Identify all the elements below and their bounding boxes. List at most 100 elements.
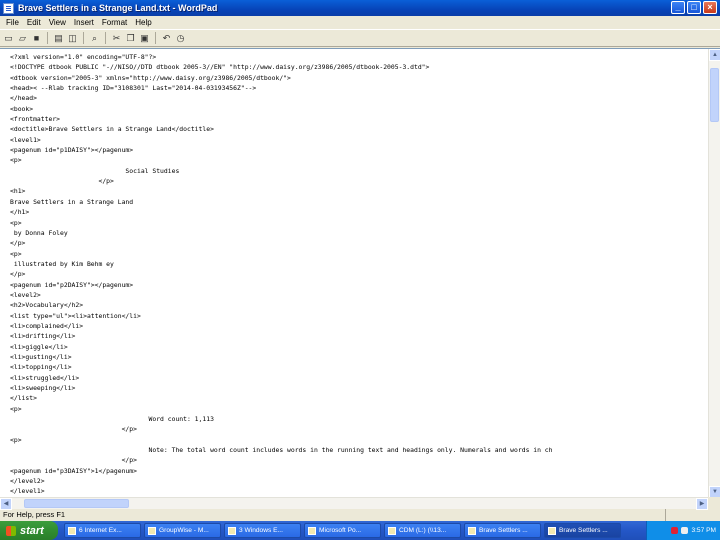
task-app-icon (388, 526, 396, 535)
horizontal-scroll-thumb[interactable] (23, 499, 129, 508)
clock[interactable]: 3:57 PM (691, 527, 716, 534)
task-app-icon (548, 526, 556, 535)
taskbar-button[interactable]: Microsoft Po... (304, 523, 381, 538)
menu-insert[interactable]: Insert (70, 18, 98, 27)
document-line: <p> (10, 156, 22, 165)
menu-view[interactable]: View (45, 18, 70, 27)
minimize-button[interactable]: _ (671, 1, 685, 14)
task-label: GroupWise - M... (159, 527, 209, 534)
taskbar-button[interactable]: 6 Internet Ex... (64, 523, 141, 538)
task-label: Brave Settlers ... (559, 527, 608, 534)
document-line: <pagenum id="p2DAISY"></pagenum> (10, 280, 134, 289)
vertical-scroll-thumb[interactable] (710, 68, 719, 123)
paste-icon[interactable]: ▣ (139, 33, 150, 44)
horizontal-scrollbar[interactable]: ◀ ▶ (0, 497, 708, 510)
task-label: 3 Windows E... (239, 527, 283, 534)
wordpad-app-icon[interactable] (3, 2, 14, 14)
taskbar-button[interactable]: Brave Settlers ... (464, 523, 541, 538)
task-label: Brave Settlers ... (479, 527, 528, 534)
toolbar-separator (155, 32, 156, 44)
document-line: </p> (10, 425, 137, 434)
document-line: <!DOCTYPE dtbook PUBLIC "-//NISO//DTD dt… (10, 63, 430, 72)
menu-help[interactable]: Help (131, 18, 155, 27)
document-line: </p> (10, 270, 26, 279)
system-tray: 3:57 PM (646, 521, 720, 540)
print-preview-icon[interactable]: ◫ (67, 33, 78, 44)
close-button[interactable]: × (703, 1, 717, 14)
start-button[interactable]: start (0, 521, 58, 540)
document-line: </level2> (10, 477, 45, 486)
document-line: <?xml version="1.0" encoding="UTF-8"?> (10, 53, 157, 61)
document-line: <li>drifting</li> (10, 332, 76, 341)
undo-icon[interactable]: ↶ (161, 33, 172, 44)
document-line: <h2>Vocabulary</h2> (10, 301, 84, 310)
toolbar: ▭ ▱ ■ ▤ ◫ ⌕ ✂ ❐ ▣ ↶ ◷ (0, 30, 720, 47)
menu-file[interactable]: File (2, 18, 23, 27)
task-label: CDM (L:) (\\13... (399, 527, 447, 534)
toolbar-separator (105, 32, 106, 44)
window-title: Brave Settlers in a Strange Land.txt - W… (18, 3, 218, 13)
document-line: <li>topping</li> (10, 363, 72, 372)
document-line: Word count: 1,113 (10, 415, 214, 424)
task-app-icon (148, 526, 156, 535)
find-icon[interactable]: ⌕ (89, 33, 100, 44)
status-text: For Help, press F1 (3, 510, 66, 519)
start-label: start (20, 524, 44, 537)
document-text[interactable]: <?xml version="1.0" encoding="UTF-8"?> <!… (0, 49, 708, 498)
document-line: by Donna Foley (10, 228, 68, 237)
cut-icon[interactable]: ✂ (111, 33, 122, 44)
document-area[interactable]: <?xml version="1.0" encoding="UTF-8"?> <!… (0, 48, 720, 510)
tray-app-icon[interactable] (671, 527, 679, 534)
document-line: Social Studies (10, 166, 180, 175)
document-line: </h1> (10, 208, 30, 217)
document-line: <li>struggled</li> (10, 373, 80, 382)
scroll-up-arrow-icon[interactable]: ▲ (709, 49, 720, 61)
taskbar-button[interactable]: CDM (L:) (\\13... (384, 523, 461, 538)
document-line: <p> (10, 249, 22, 258)
vertical-scrollbar[interactable]: ▲ ▼ (708, 49, 720, 498)
document-line: <pagenum id="p1DAISY"></pagenum> (10, 146, 134, 155)
document-line: illustrated by Kim Behm ey (10, 259, 114, 268)
document-line: <p> (10, 218, 22, 227)
document-line: <li>sweeping</li> (10, 384, 76, 392)
document-line: Brave Settlers in a Strange Land (10, 197, 134, 206)
document-line: <level2> (10, 290, 41, 299)
document-line: <pagenum id="p3DAISY">1</pagenum> (10, 466, 137, 475)
menu-format[interactable]: Format (98, 18, 131, 27)
taskbar-button[interactable]: Brave Settlers ... (544, 523, 621, 538)
taskbar: start 6 Internet Ex... GroupWise - M... 3 … (0, 521, 720, 540)
menu-edit[interactable]: Edit (23, 18, 45, 27)
document-line: <p> (10, 404, 22, 413)
open-icon[interactable]: ▱ (17, 33, 28, 44)
tray-network-icon[interactable] (681, 527, 689, 534)
save-icon[interactable]: ■ (31, 33, 42, 44)
document-line: <p> (10, 435, 22, 444)
status-bar: For Help, press F1 (0, 509, 720, 521)
task-app-icon (228, 526, 236, 535)
document-line: </list> (10, 394, 37, 403)
document-line: Note: The total word count includes word… (10, 446, 553, 455)
wordpad-window: Brave Settlers in a Strange Land.txt - W… (0, 0, 720, 521)
toolbar-separator (47, 32, 48, 44)
document-line: <doctitle>Brave Settlers in a Strange La… (10, 125, 214, 134)
status-cell (665, 509, 720, 521)
maximize-button[interactable]: □ (687, 1, 701, 14)
title-bar[interactable]: Brave Settlers in a Strange Land.txt - W… (0, 0, 720, 16)
document-line: <li>complained</li> (10, 321, 84, 330)
scrollbar-corner (708, 497, 720, 509)
document-line: </level1> (10, 487, 45, 496)
task-label: 6 Internet Ex... (79, 527, 122, 534)
document-line: <li>gusting</li> (10, 352, 72, 361)
toolbar-separator (83, 32, 84, 44)
taskbar-button[interactable]: 3 Windows E... (224, 523, 301, 538)
date-time-icon[interactable]: ◷ (175, 33, 186, 44)
document-line: </p> (10, 177, 114, 186)
taskbar-button[interactable]: GroupWise - M... (144, 523, 221, 538)
new-icon[interactable]: ▭ (3, 33, 14, 44)
print-icon[interactable]: ▤ (53, 33, 64, 44)
task-app-icon (308, 526, 316, 535)
document-line: <li>giggle</li> (10, 342, 68, 351)
copy-icon[interactable]: ❐ (125, 33, 136, 44)
task-app-icon (468, 526, 476, 535)
document-line: <dtbook version="2005-3" xmlns="http://w… (10, 73, 291, 82)
